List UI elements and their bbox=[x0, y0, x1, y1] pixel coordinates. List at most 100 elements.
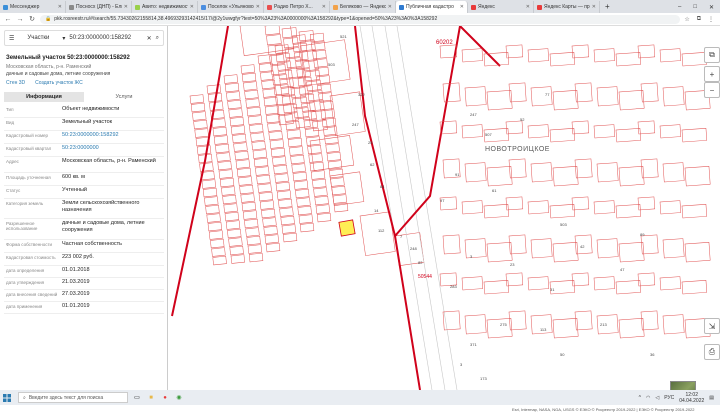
parcel[interactable] bbox=[266, 113, 281, 124]
parcel[interactable] bbox=[308, 153, 323, 163]
parcel-east[interactable] bbox=[461, 124, 484, 139]
parcel[interactable] bbox=[227, 228, 242, 239]
parcel[interactable] bbox=[286, 57, 302, 69]
browser-tab[interactable]: Радио Петро Х... ✕ bbox=[264, 1, 330, 13]
volume-icon[interactable]: ◁ bbox=[655, 395, 659, 401]
parcel[interactable] bbox=[244, 218, 259, 229]
new-tab-button[interactable]: + bbox=[600, 1, 615, 13]
browser-tab[interactable]: Мессенджер ✕ bbox=[0, 1, 66, 13]
parcel[interactable] bbox=[289, 146, 304, 156]
parcel[interactable] bbox=[290, 87, 307, 99]
parcel[interactable] bbox=[207, 221, 222, 232]
parcel-east[interactable] bbox=[571, 196, 590, 211]
parcel-east[interactable] bbox=[593, 48, 616, 63]
parcel[interactable] bbox=[259, 200, 275, 210]
parcel[interactable] bbox=[325, 143, 340, 153]
parcel[interactable] bbox=[228, 237, 243, 247]
parcel[interactable] bbox=[261, 208, 276, 219]
parcel-east[interactable] bbox=[552, 90, 579, 111]
parcel-east[interactable] bbox=[637, 196, 656, 211]
parcel[interactable] bbox=[332, 194, 347, 204]
parcel[interactable] bbox=[246, 106, 261, 117]
clock[interactable]: 12:02 04.04.2022 bbox=[679, 392, 704, 404]
browser-tab[interactable]: Яндекс Карты — пр ✕ bbox=[534, 1, 600, 13]
parcel[interactable] bbox=[331, 185, 346, 196]
parcel-east[interactable] bbox=[593, 124, 616, 139]
parcel[interactable] bbox=[246, 235, 261, 246]
parcel-east[interactable] bbox=[530, 238, 553, 259]
parcel[interactable] bbox=[244, 89, 259, 100]
parcel[interactable] bbox=[202, 187, 218, 198]
parcel-east[interactable] bbox=[637, 120, 656, 135]
parcel[interactable] bbox=[221, 186, 236, 196]
tab-close-icon[interactable]: ✕ bbox=[58, 4, 62, 10]
parcel[interactable] bbox=[283, 37, 299, 49]
parcel[interactable] bbox=[276, 190, 292, 200]
parcel-east[interactable] bbox=[659, 124, 682, 139]
print-icon[interactable]: ⎙ bbox=[704, 344, 720, 360]
close-icon[interactable]: ✕ bbox=[709, 4, 714, 11]
parcel-east[interactable] bbox=[505, 196, 524, 211]
parcel[interactable] bbox=[273, 164, 288, 175]
parcel[interactable] bbox=[194, 128, 209, 138]
parcel[interactable] bbox=[216, 152, 231, 162]
selected-parcel[interactable] bbox=[338, 219, 356, 237]
parcel-east[interactable] bbox=[596, 162, 619, 183]
parcel[interactable] bbox=[217, 160, 232, 171]
parcel[interactable] bbox=[262, 217, 277, 227]
parcel[interactable] bbox=[205, 204, 220, 215]
parcel[interactable] bbox=[310, 170, 326, 180]
parcel[interactable] bbox=[242, 210, 258, 220]
parcel[interactable] bbox=[280, 215, 295, 226]
tab-services[interactable]: Услуги bbox=[84, 92, 164, 102]
close-icon[interactable]: ✕ bbox=[147, 35, 152, 42]
parcel[interactable] bbox=[235, 159, 250, 169]
parcel[interactable] bbox=[326, 151, 341, 162]
tab-close-icon[interactable]: ✕ bbox=[124, 4, 128, 10]
parcel-east[interactable] bbox=[618, 166, 645, 187]
parcel[interactable] bbox=[258, 62, 274, 73]
tab-close-icon[interactable]: ✕ bbox=[460, 4, 464, 10]
extensions-icon[interactable]: ⧉ bbox=[697, 16, 701, 23]
parcel[interactable] bbox=[260, 71, 275, 81]
parcel[interactable] bbox=[211, 247, 226, 257]
parcel[interactable] bbox=[299, 222, 315, 233]
parcel[interactable] bbox=[247, 244, 262, 254]
parcel[interactable] bbox=[228, 108, 243, 118]
parcel-east[interactable] bbox=[662, 86, 685, 107]
parcel[interactable] bbox=[286, 129, 301, 139]
parcel[interactable] bbox=[241, 72, 257, 83]
parcel[interactable] bbox=[218, 169, 233, 179]
parcel[interactable] bbox=[264, 234, 279, 244]
parcel[interactable] bbox=[287, 137, 303, 148]
parcel-east[interactable] bbox=[461, 48, 484, 63]
parcel-large[interactable] bbox=[329, 171, 365, 206]
parcel-east[interactable] bbox=[530, 162, 553, 183]
parcel-east[interactable] bbox=[464, 162, 487, 183]
info-row-value[interactable]: 50:23:0000000 bbox=[62, 145, 162, 152]
parcel[interactable] bbox=[250, 132, 265, 142]
file-explorer-icon[interactable]: ■ bbox=[146, 393, 156, 403]
parcel[interactable] bbox=[327, 160, 343, 170]
parcel[interactable] bbox=[233, 142, 248, 152]
tab-close-icon[interactable]: ✕ bbox=[526, 4, 530, 10]
parcel[interactable] bbox=[224, 82, 240, 93]
parcel[interactable] bbox=[281, 95, 297, 105]
parcel[interactable] bbox=[227, 99, 242, 110]
parcel[interactable] bbox=[313, 187, 328, 197]
tab-close-icon[interactable]: ✕ bbox=[388, 4, 392, 10]
browser-tab[interactable]: Беляково — Яндекс ✕ bbox=[330, 1, 396, 13]
parcel[interactable] bbox=[263, 225, 278, 236]
browser-tab[interactable]: Публичная кадастро ✕ bbox=[396, 1, 468, 13]
parcel[interactable] bbox=[201, 179, 216, 189]
parcel[interactable] bbox=[298, 214, 313, 224]
parcel-east[interactable] bbox=[571, 120, 590, 135]
parcel-east[interactable] bbox=[571, 44, 590, 59]
search-bar[interactable]: ☰ Участки ▾ 50:23:0000000:158292 ✕ ⌕ bbox=[4, 30, 164, 46]
parcel[interactable] bbox=[234, 150, 249, 161]
parcel[interactable] bbox=[296, 197, 311, 207]
parcel[interactable] bbox=[192, 111, 207, 121]
yandex-browser-icon[interactable]: ● bbox=[160, 393, 170, 403]
parcel[interactable] bbox=[295, 117, 311, 129]
parcel[interactable] bbox=[252, 149, 267, 159]
